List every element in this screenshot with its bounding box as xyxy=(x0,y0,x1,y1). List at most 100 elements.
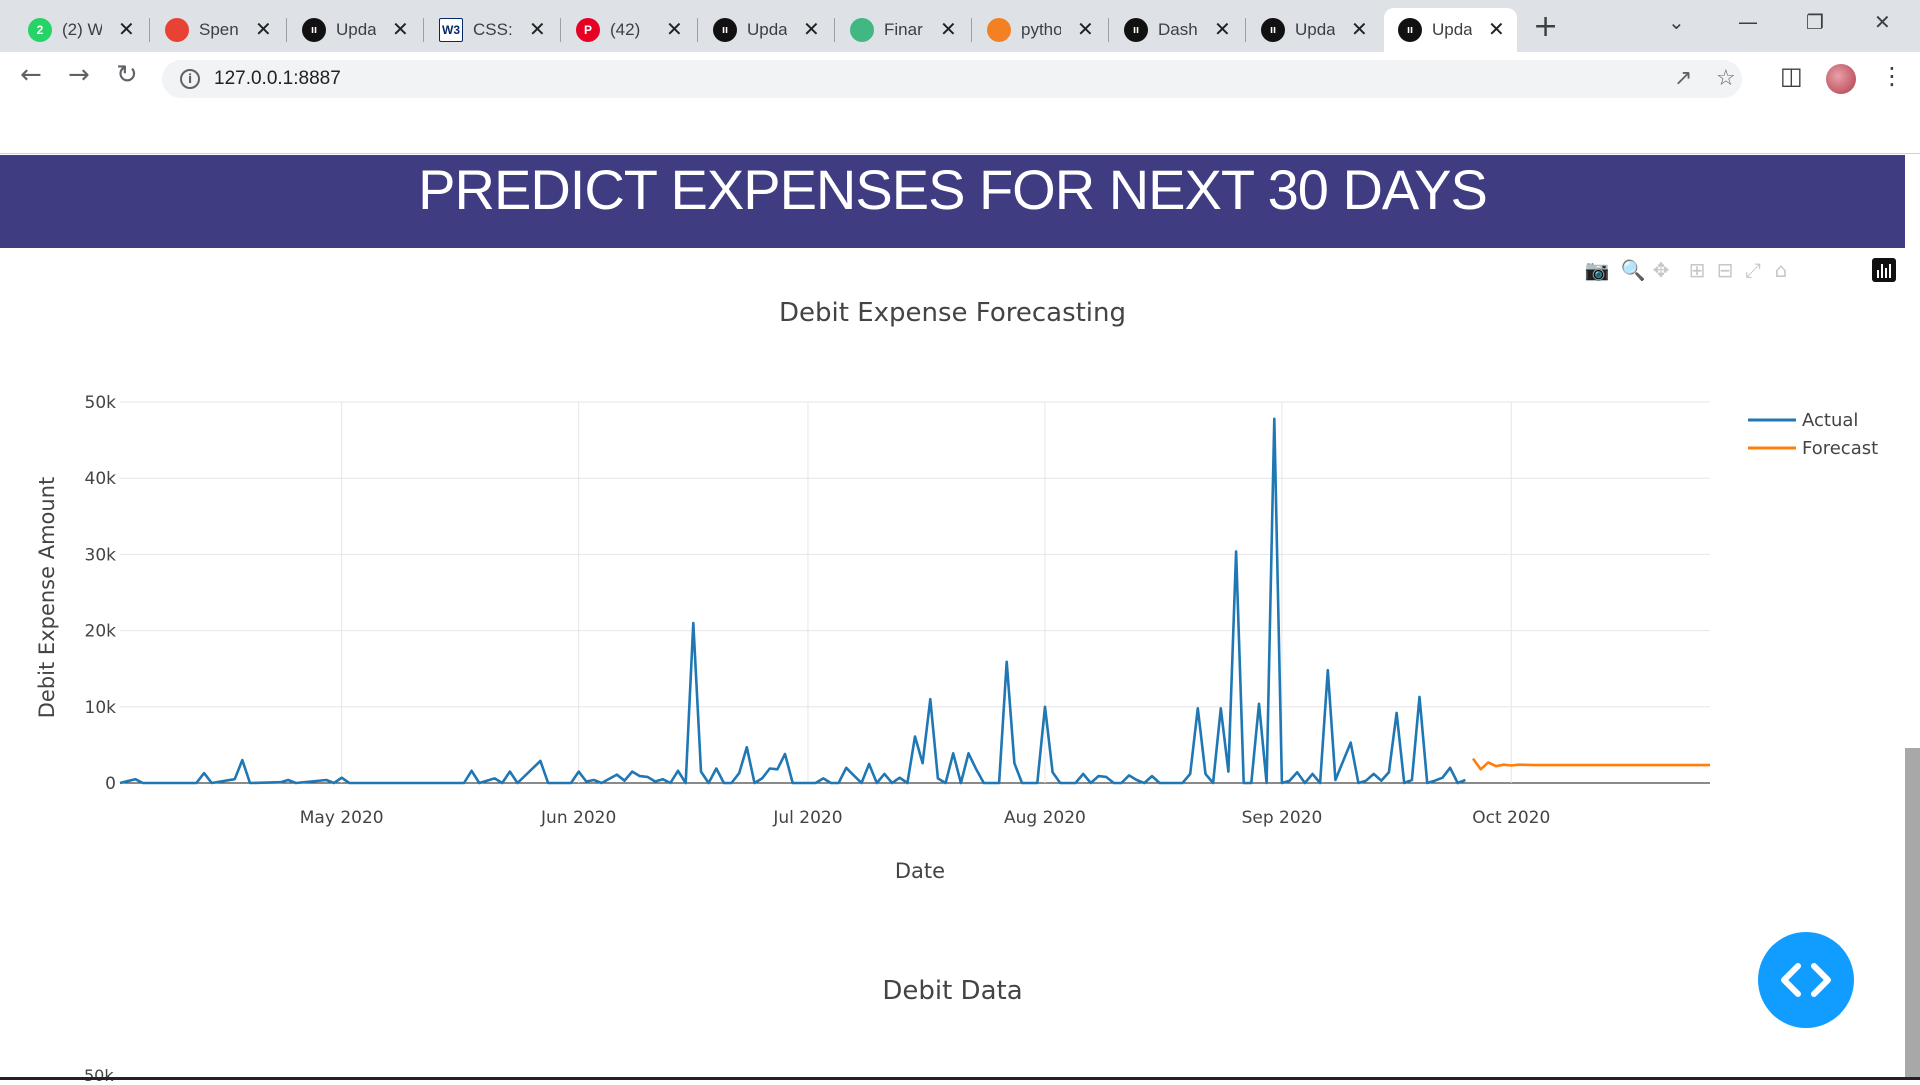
pinterest-icon: P xyxy=(576,18,600,42)
browser-tab[interactable]: ıı Dash ✕ xyxy=(1110,8,1243,52)
legend-item-forecast[interactable]: Forecast xyxy=(1802,438,1878,459)
browser-tab[interactable]: 2 (2) W ✕ xyxy=(14,8,147,52)
bookmark-star-icon[interactable]: ☆ xyxy=(1716,66,1736,91)
plotly-logo-icon[interactable] xyxy=(1872,258,1896,282)
x-tick-label: Aug 2020 xyxy=(1004,808,1086,828)
tab-close-icon[interactable]: ✕ xyxy=(1214,20,1231,40)
browser-tab[interactable]: ıı Upda ✕ xyxy=(288,8,421,52)
tab-separator xyxy=(286,18,287,42)
camera-icon[interactable]: 📷 xyxy=(1583,256,1611,284)
y-axis-title: Debit Expense Amount xyxy=(35,477,59,718)
browser-tab[interactable]: ıı Upda ✕ xyxy=(1247,8,1380,52)
y-tick-label: 0 xyxy=(105,774,116,794)
stackoverflow-icon xyxy=(987,18,1011,42)
url-text: 127.0.0.1:8887 xyxy=(214,68,341,89)
menu-kebab-icon[interactable]: ⋮ xyxy=(1880,62,1904,90)
page-banner: PREDICT EXPENSES FOR NEXT 30 DAYS xyxy=(0,155,1905,248)
tab-separator xyxy=(834,18,835,42)
series-line-actual[interactable] xyxy=(119,417,1466,785)
autoscale-icon[interactable]: ⤢ xyxy=(1739,256,1767,284)
series-line-forecast[interactable] xyxy=(1471,757,1710,771)
forward-button[interactable]: → xyxy=(68,62,90,88)
x-axis-title: Date xyxy=(895,859,945,883)
tab-separator xyxy=(560,18,561,42)
tab-strip: 2 (2) W ✕ Spen ✕ ıı Upda ✕ W3 CSS: ✕ P (42) ✕ ıı Upda ✕ F… xyxy=(0,0,1920,52)
tab-separator xyxy=(1108,18,1109,42)
share-icon[interactable]: ↗ xyxy=(1674,66,1692,91)
x-tick-label: Oct 2020 xyxy=(1472,808,1550,828)
tab-close-icon[interactable]: ✕ xyxy=(1488,20,1505,40)
y-tick-label: 10k xyxy=(85,698,117,718)
legend-item-actual[interactable]: Actual xyxy=(1802,410,1858,431)
tab-close-icon[interactable]: ✕ xyxy=(118,20,135,40)
browser-tab[interactable]: P (42) ✕ xyxy=(562,8,695,52)
side-panel-icon[interactable]: ◫ xyxy=(1780,62,1803,90)
zoom-icon[interactable]: 🔍 xyxy=(1619,256,1647,284)
zoom-out-icon[interactable]: ⊟ xyxy=(1711,256,1739,284)
tab-close-icon[interactable]: ✕ xyxy=(529,20,546,40)
x-tick-label: Jul 2020 xyxy=(772,808,842,828)
tab-title: Upda xyxy=(747,20,787,39)
page-scrollbar[interactable] xyxy=(1905,748,1920,1080)
tab-close-icon[interactable]: ✕ xyxy=(392,20,409,40)
close-window-button[interactable]: ✕ xyxy=(1874,10,1891,34)
tab-separator xyxy=(697,18,698,42)
tab-title: Spen xyxy=(199,20,239,39)
browser-tab[interactable]: ıı Upda ✕ xyxy=(699,8,832,52)
tab-title: CSS: xyxy=(473,20,513,39)
tab-close-icon[interactable]: ✕ xyxy=(803,20,820,40)
browser-tab[interactable]: pytho ✕ xyxy=(973,8,1106,52)
back-button[interactable]: ← xyxy=(20,62,42,88)
tab-title: Dash xyxy=(1158,20,1198,39)
plotly-icon: ıı xyxy=(302,18,326,42)
browser-tab[interactable]: W3 CSS: ✕ xyxy=(425,8,558,52)
page-title: PREDICT EXPENSES FOR NEXT 30 DAYS xyxy=(418,158,1488,221)
zoom-in-icon[interactable]: ⊞ xyxy=(1683,256,1711,284)
tab-close-icon[interactable]: ✕ xyxy=(940,20,957,40)
x-tick-label: May 2020 xyxy=(300,808,384,828)
plot-modebar: 📷 🔍 ✥ ⊞ ⊟ ⤢ ⌂ xyxy=(1583,256,1795,284)
tab-separator xyxy=(149,18,150,42)
second-chart-title: Debit Data xyxy=(882,976,1023,1006)
pan-icon[interactable]: ✥ xyxy=(1647,256,1675,284)
reset-axes-icon[interactable]: ⌂ xyxy=(1767,256,1795,284)
url-input[interactable]: i 127.0.0.1:8887 ↗ ☆ xyxy=(162,60,1742,98)
reload-button[interactable]: ↻ xyxy=(116,62,138,88)
tab-close-icon[interactable]: ✕ xyxy=(1077,20,1094,40)
y-tick-label: 20k xyxy=(85,622,117,642)
restore-button[interactable]: ❐ xyxy=(1806,10,1824,34)
browser-tab[interactable]: ıı Upda ✕ xyxy=(1384,8,1517,52)
whatsapp-icon: 2 xyxy=(28,18,52,42)
y-tick-label: 50k xyxy=(85,393,117,413)
second-chart-y-tick: 50k xyxy=(84,1066,114,1085)
tab-title: pytho xyxy=(1021,20,1061,39)
code-brackets-icon xyxy=(1781,963,1831,997)
site-info-icon[interactable]: i xyxy=(180,69,200,89)
tab-close-icon[interactable]: ✕ xyxy=(666,20,683,40)
tab-separator xyxy=(971,18,972,42)
plotly-icon: ıı xyxy=(1124,18,1148,42)
chrome-divider xyxy=(0,153,1920,154)
browser-tab[interactable]: Finar ✕ xyxy=(836,8,969,52)
w3schools-icon: W3 xyxy=(439,18,463,42)
new-tab-button[interactable]: + xyxy=(1533,12,1558,42)
tab-separator xyxy=(423,18,424,42)
profile-avatar[interactable] xyxy=(1826,64,1856,94)
tab-close-icon[interactable]: ✕ xyxy=(255,20,272,40)
dash-debug-button[interactable] xyxy=(1758,932,1854,1028)
minimize-button[interactable]: — xyxy=(1738,10,1758,34)
tab-title: Finar xyxy=(884,20,923,39)
tab-search-icon[interactable]: ⌄ xyxy=(1668,10,1685,34)
browser-tab[interactable]: Spen ✕ xyxy=(151,8,284,52)
tab-title: Upda xyxy=(336,20,376,39)
tab-title: Upda xyxy=(1295,20,1335,39)
tab-title: (42) xyxy=(610,20,641,39)
plotly-icon: ıı xyxy=(1261,18,1285,42)
tab-close-icon[interactable]: ✕ xyxy=(1351,20,1368,40)
plotly-icon: ıı xyxy=(713,18,737,42)
plotly-icon: ıı xyxy=(1398,18,1422,42)
tab-title: (2) W xyxy=(62,20,102,39)
forecast-chart[interactable]: 0 10k 20k 30k 40k 50k May 2020 Jun 2020 Jul 2020… xyxy=(0,300,1905,900)
y-tick-label: 40k xyxy=(85,469,117,489)
tab-separator xyxy=(1245,18,1246,42)
